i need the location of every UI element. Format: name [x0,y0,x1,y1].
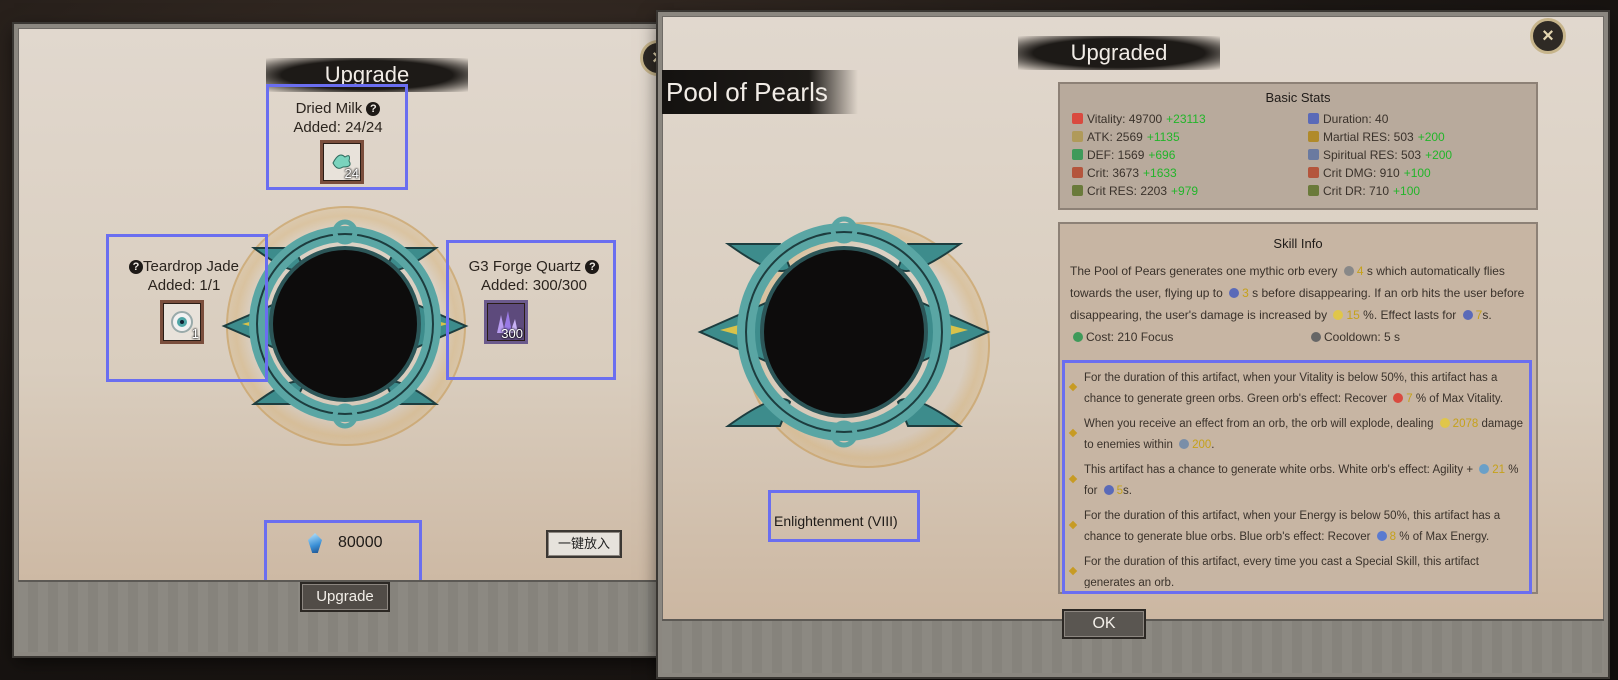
stat-label: Crit DMG: 910 [1323,166,1400,180]
stat-label: ATK: 2569 [1087,130,1143,144]
stat-bonus: +200 [1425,148,1453,162]
stat-martial-res: Martial RES: 503 +200 [1308,130,1445,144]
hourglass-icon [1229,288,1240,298]
stat-label: DEF: 1569 [1087,148,1145,162]
crit-icon [1072,167,1083,178]
stat-crit-dr: Crit DR: 710 +100 [1308,184,1420,198]
artifact-frame-ornament [697,216,991,448]
stat-bonus: +23113 [1166,112,1206,126]
desc-value: 3 [1242,286,1249,300]
ok-button[interactable]: OK [1062,609,1146,639]
skill-description: The Pool of Pears generates one mythic o… [1070,260,1526,326]
stat-label: Martial RES: 503 [1323,130,1414,144]
hourglass-icon [1462,310,1473,320]
desc-text: %. Effect lasts for [1363,308,1457,322]
damage-icon [1333,310,1344,320]
stat-crit: Crit: 3673 +1633 [1072,166,1177,180]
stat-label: Duration: 40 [1323,112,1389,126]
upgraded-panel: Upgraded × Pool of Pearls Enlightenment … [656,10,1610,679]
quick-add-button[interactable]: 一键放入 [546,530,622,558]
stat-label: Crit: 3673 [1087,166,1140,180]
heart-icon [1072,113,1083,124]
crit-res-icon [1072,185,1083,196]
basic-stats-title: Basic Stats [1265,90,1331,105]
stat-atk: ATK: 2569 +1135 [1072,130,1180,144]
stat-label: Crit RES: 2203 [1087,184,1168,198]
stat-bonus: +1135 [1146,130,1180,144]
crit-dr-icon [1308,185,1319,196]
skill-cost: Cost: 210 Focus [1070,330,1173,344]
desc-value: 15 [1346,308,1360,322]
cost-text: Cost: 210 Focus [1086,330,1174,344]
highlight-teardrop-jade [106,234,268,382]
highlight-effects [1062,360,1532,594]
stat-def: DEF: 1569 +696 [1072,148,1175,162]
swords-icon [1072,131,1083,142]
spiritual-res-icon [1308,149,1319,160]
basic-stats-panel: Basic Stats Vitality: 49700 +23113 ATK: 2… [1058,82,1538,210]
desc-text: s. [1482,308,1492,322]
cooldown-text: Cooldown: 5 s [1324,330,1401,344]
desc-value: 4 [1356,264,1364,278]
crit-dmg-icon [1308,167,1319,178]
upgrade-panel: Upgrade × Dried Milk ? Added: 24/24 24 ?… [12,22,676,658]
skill-cooldown: Cooldown: 5 s [1308,330,1400,344]
cooldown-icon [1311,332,1321,342]
upgraded-title: Upgraded [1018,36,1220,70]
stat-vitality: Vitality: 49700 +23113 [1072,112,1206,126]
stat-bonus: +979 [1171,184,1199,198]
upgrade-button[interactable]: Upgrade [300,582,390,612]
shield-icon [1072,149,1083,160]
stat-bonus: +1633 [1143,166,1177,180]
stat-crit-res: Crit RES: 2203 +979 [1072,184,1198,198]
stat-spiritual-res: Spiritual RES: 503 +200 [1308,148,1452,162]
stat-bonus: +200 [1417,130,1445,144]
highlight-g3-forge-quartz [446,240,616,380]
stat-label: Crit DR: 710 [1323,184,1390,198]
stat-label: Spiritual RES: 503 [1323,148,1422,162]
stat-crit-dmg: Crit DMG: 910 +100 [1308,166,1431,180]
stat-label: Vitality: 49700 [1087,112,1163,126]
stat-bonus: +696 [1148,148,1176,162]
stat-duration: Duration: 40 [1308,112,1392,126]
cooldown-icon [1343,266,1354,276]
focus-icon [1073,332,1083,342]
hourglass-icon [1308,113,1319,124]
martial-res-icon [1308,131,1319,142]
stat-bonus: +100 [1403,166,1431,180]
close-icon[interactable]: × [1530,18,1566,54]
highlight-dried-milk [266,84,408,190]
desc-text: The Pool of Pears generates one mythic o… [1070,264,1338,278]
skill-info-title: Skill Info [1273,236,1323,251]
artifact-name: Pool of Pearls [662,70,858,114]
highlight-tier [768,490,920,542]
stat-bonus: +100 [1393,184,1421,198]
